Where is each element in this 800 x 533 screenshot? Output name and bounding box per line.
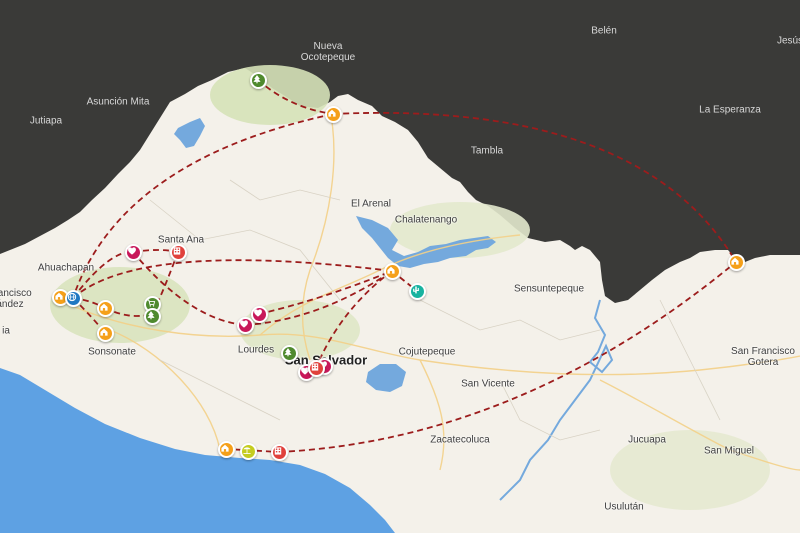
place-label-sensuntepeque: Sensuntepeque (513, 283, 585, 295)
place-label-la-esperanza: La Esperanza (699, 104, 761, 116)
map-marker-hotel[interactable] (307, 359, 325, 377)
place-label-ia: ia (2, 325, 10, 337)
place-label-san-francisco-gotera: San Francisco Gotera (731, 346, 795, 368)
map-marker-heart[interactable] (124, 243, 142, 261)
map-marker-home[interactable] (96, 324, 114, 342)
place-label-jesus: Jesús (776, 35, 800, 47)
map-marker-tree[interactable] (280, 344, 298, 362)
map-marker-home[interactable] (96, 299, 114, 317)
place-label-cojutepeque: Cojutepeque (398, 346, 456, 358)
place-label-ahuachapan: Ahuachapan (37, 262, 95, 274)
place-label-jucuapa: Jucuapa (628, 434, 666, 446)
map-marker-home[interactable] (383, 262, 401, 280)
place-label-san-vicente: San Vicente (461, 378, 515, 390)
place-label-chalatenango: Chalatenango (394, 214, 458, 226)
place-label-francisco: Franciscoández (0, 288, 32, 310)
map-marker-cactus[interactable] (408, 282, 426, 300)
place-label-asuncion-mita: Asunción Mita (86, 96, 150, 108)
place-label-lourdes: Lourdes (237, 344, 275, 356)
map-marker-heart[interactable] (236, 316, 254, 334)
place-label-el-arenal: El Arenal (350, 198, 392, 210)
map-view[interactable]: NuevaOcotepeque Belén Jesús Asunción Mita Ju… (0, 0, 800, 533)
place-label-zacatecoluca: Zacatecoluca (430, 434, 490, 446)
place-label-usulutan: Usulután (604, 501, 644, 513)
map-marker-home[interactable] (324, 105, 342, 123)
place-label-jutiapa: Jutiapa (29, 115, 63, 127)
place-label-sonsonate: Sonsonate (88, 346, 136, 358)
map-marker-home[interactable] (727, 253, 745, 271)
map-marker-tree[interactable] (249, 71, 267, 89)
map-marker-tree[interactable] (143, 307, 161, 325)
terrain-north (210, 65, 330, 125)
map-marker-hotel[interactable] (169, 243, 187, 261)
place-label-san-miguel: San Miguel (703, 445, 755, 457)
place-label-belen: Belén (591, 25, 617, 37)
map-marker-home[interactable] (217, 440, 235, 458)
map-marker-heart[interactable] (250, 305, 268, 323)
map-marker-beach[interactable] (239, 442, 257, 460)
place-label-tambla: Tambla (470, 145, 504, 157)
place-label-nueva-ocotepeque: Nueva Ocotepeque (300, 41, 356, 63)
map-marker-globe[interactable] (64, 289, 82, 307)
map-marker-hotel[interactable] (270, 443, 288, 461)
